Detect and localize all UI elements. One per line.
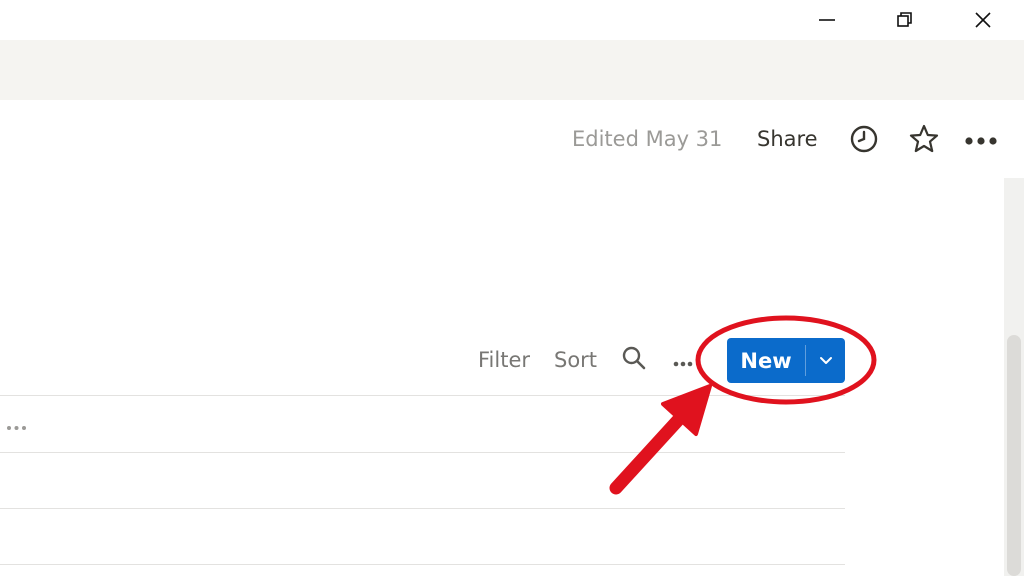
search-icon — [621, 345, 647, 375]
minimize-button[interactable] — [804, 0, 850, 40]
chevron-down-icon — [819, 351, 833, 370]
new-button-group: New — [727, 338, 845, 383]
browser-tab-band — [0, 40, 1024, 100]
page-more-button[interactable] — [963, 128, 999, 152]
table-row — [0, 452, 845, 453]
new-button[interactable]: New — [727, 338, 805, 383]
restore-icon — [896, 11, 914, 29]
close-window-button[interactable] — [960, 0, 1006, 40]
table-header-more-button[interactable] — [6, 416, 28, 435]
share-button[interactable]: Share — [757, 127, 818, 151]
window-titlebar — [0, 0, 1024, 40]
updates-clock-button[interactable] — [848, 125, 880, 157]
annotation-arrow — [609, 384, 712, 495]
clock-icon — [849, 124, 879, 158]
close-icon — [974, 11, 992, 29]
more-horizontal-icon — [6, 416, 28, 435]
table-top-divider — [0, 395, 845, 396]
sort-button[interactable]: Sort — [554, 348, 597, 372]
scrollbar-thumb[interactable] — [1007, 335, 1021, 576]
database-search-button[interactable] — [620, 346, 648, 374]
star-icon — [908, 123, 940, 159]
edited-timestamp: Edited May 31 — [572, 127, 723, 151]
minimize-icon — [818, 11, 836, 29]
table-row — [0, 564, 845, 565]
table-row — [0, 508, 845, 509]
new-dropdown-button[interactable] — [806, 338, 845, 383]
restore-button[interactable] — [882, 0, 928, 40]
more-horizontal-icon — [673, 352, 693, 371]
filter-button[interactable]: Filter — [478, 348, 530, 372]
database-more-button[interactable] — [672, 354, 694, 368]
more-horizontal-icon — [964, 131, 998, 150]
favorite-button[interactable] — [907, 124, 941, 158]
